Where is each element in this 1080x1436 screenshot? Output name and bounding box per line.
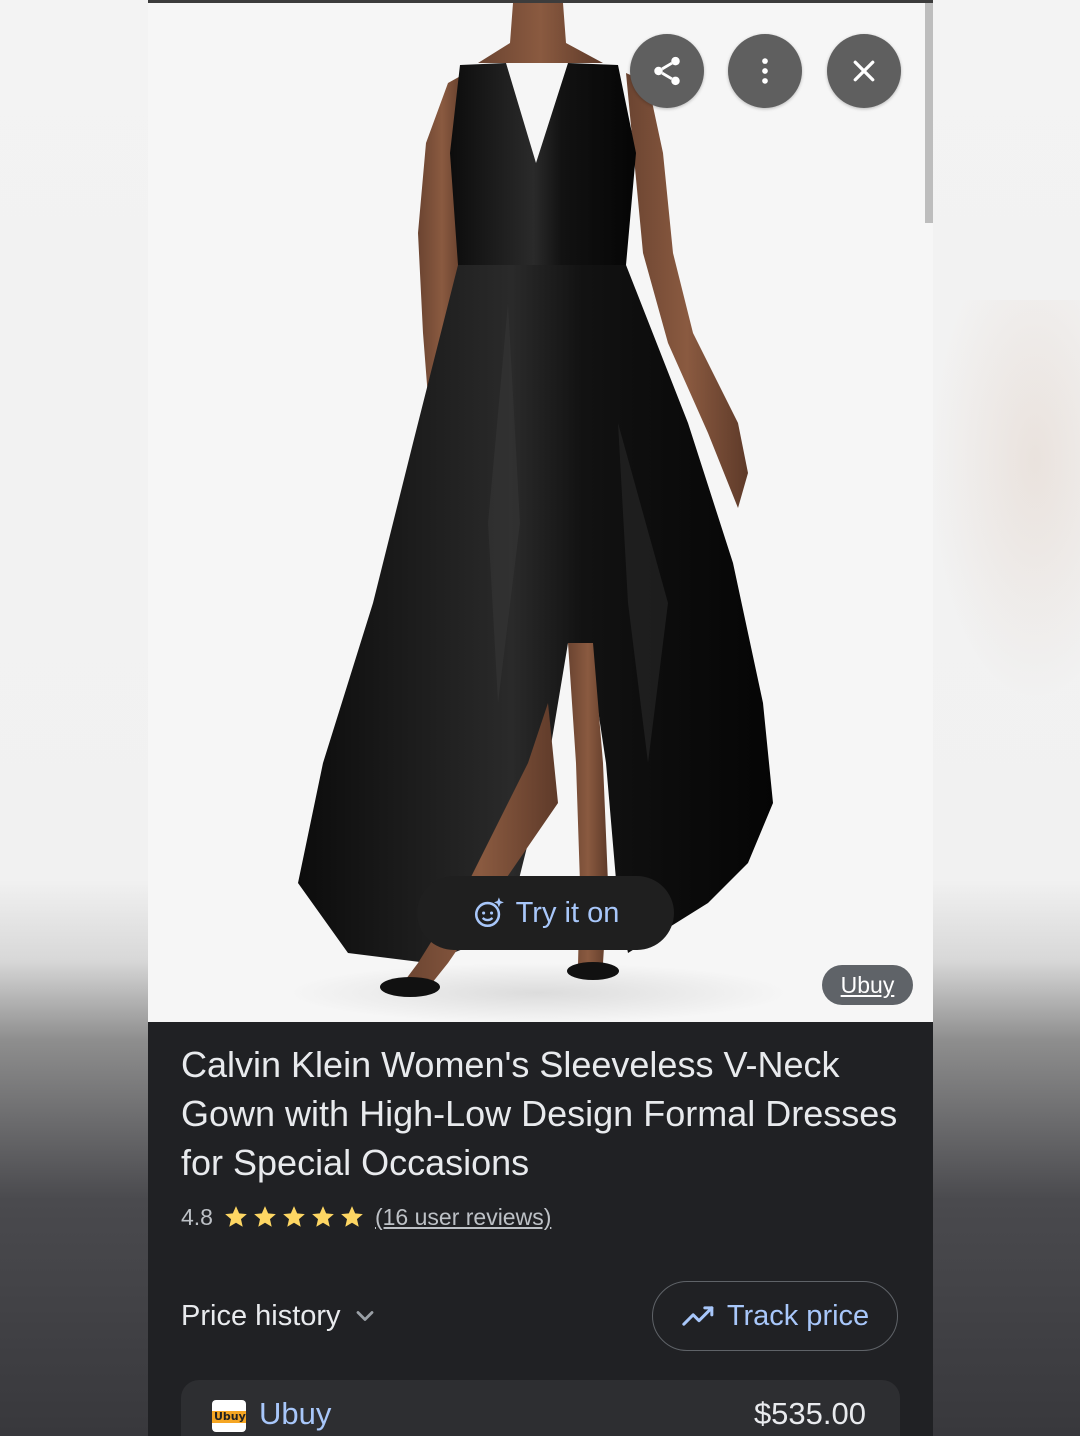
rating-value: 4.8 xyxy=(181,1203,213,1230)
store-logo: Ubuy xyxy=(212,1400,246,1432)
product-viewer: Try it on Ubuy Calvin Klein Women's Slee… xyxy=(148,0,933,1436)
close-icon xyxy=(853,60,875,82)
track-price-label: Track price xyxy=(726,1299,870,1332)
image-source-link[interactable]: Ubuy xyxy=(822,965,913,1005)
rating-row: 4.8 (16 user reviews) xyxy=(181,1200,551,1234)
track-price-button[interactable]: Track price xyxy=(652,1281,898,1351)
star-icon xyxy=(312,1206,334,1227)
star-icon xyxy=(341,1206,363,1227)
store-price: $535.00 xyxy=(753,1396,866,1431)
more-vert-icon xyxy=(762,58,768,84)
star-icon xyxy=(254,1206,276,1227)
trending-up-icon xyxy=(682,1306,714,1326)
product-title: Calvin Klein Women's Sleeveless V-Neck G… xyxy=(181,1044,898,1183)
price-history-toggle[interactable]: Price history xyxy=(181,1294,379,1338)
product-image[interactable]: Try it on Ubuy xyxy=(148,3,933,1022)
try-it-on-button[interactable]: Try it on xyxy=(417,876,674,950)
close-button[interactable] xyxy=(827,34,901,108)
store-name: Ubuy xyxy=(259,1396,332,1431)
star-icon xyxy=(225,1206,247,1227)
scrollbar[interactable] xyxy=(925,3,933,223)
share-button[interactable] xyxy=(630,34,704,108)
price-history-label: Price history xyxy=(181,1299,341,1332)
share-icon xyxy=(654,56,680,86)
rating-stars xyxy=(223,1204,365,1230)
gown-photo xyxy=(288,3,788,1022)
face-sparkle-icon xyxy=(474,897,504,928)
chevron-down-icon xyxy=(356,1311,373,1321)
user-reviews-link[interactable]: (16 user reviews) xyxy=(375,1204,551,1231)
store-offer-row[interactable]: Ubuy Ubuy $535.00 xyxy=(181,1380,900,1436)
star-icon xyxy=(283,1206,305,1227)
try-it-on-label: Try it on xyxy=(515,896,620,929)
more-options-button[interactable] xyxy=(728,34,802,108)
